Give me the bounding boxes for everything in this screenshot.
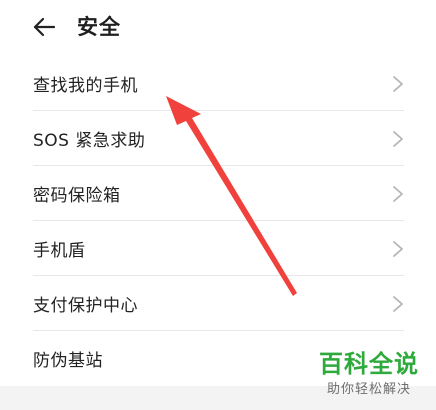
- list-item-label: 手机盾: [33, 241, 86, 261]
- chevron-right-icon: [393, 76, 403, 92]
- watermark-logo: 百科全说 助你轻松解决: [306, 350, 432, 406]
- list-item-label: 支付保护中心: [33, 296, 138, 316]
- list-item-find-my-phone[interactable]: 查找我的手机: [0, 56, 436, 111]
- list-item-payment-protection[interactable]: 支付保护中心: [0, 276, 436, 331]
- arrow-left-icon: [33, 17, 56, 37]
- chevron-right-icon: [393, 131, 403, 147]
- settings-list: 查找我的手机 SOS 紧急求助 密码保险箱 手机盾 支付保护中心 防伪基站: [0, 56, 436, 386]
- chevron-right-icon: [393, 241, 403, 257]
- list-item-phone-shield[interactable]: 手机盾: [0, 221, 436, 276]
- page-title: 安全: [77, 15, 121, 39]
- settings-card: 安全 查找我的手机 SOS 紧急求助 密码保险箱 手机盾 支付保护中心 防伪基站: [0, 0, 436, 386]
- list-item-label: 密码保险箱: [33, 186, 121, 206]
- watermark-brand: 百科全说: [319, 350, 419, 378]
- list-item-label: 防伪基站: [33, 351, 103, 371]
- list-item-password-vault[interactable]: 密码保险箱: [0, 166, 436, 221]
- header: 安全: [0, 0, 436, 56]
- chevron-right-icon: [393, 296, 403, 312]
- list-item-label: 查找我的手机: [33, 76, 138, 96]
- back-button[interactable]: [30, 14, 58, 40]
- screen: 安全 查找我的手机 SOS 紧急求助 密码保险箱 手机盾 支付保护中心 防伪基站…: [0, 0, 436, 410]
- list-item-sos[interactable]: SOS 紧急求助: [0, 111, 436, 166]
- watermark-tagline: 助你轻松解决: [326, 382, 411, 397]
- chevron-right-icon: [393, 186, 403, 202]
- list-item-label: SOS 紧急求助: [33, 131, 146, 151]
